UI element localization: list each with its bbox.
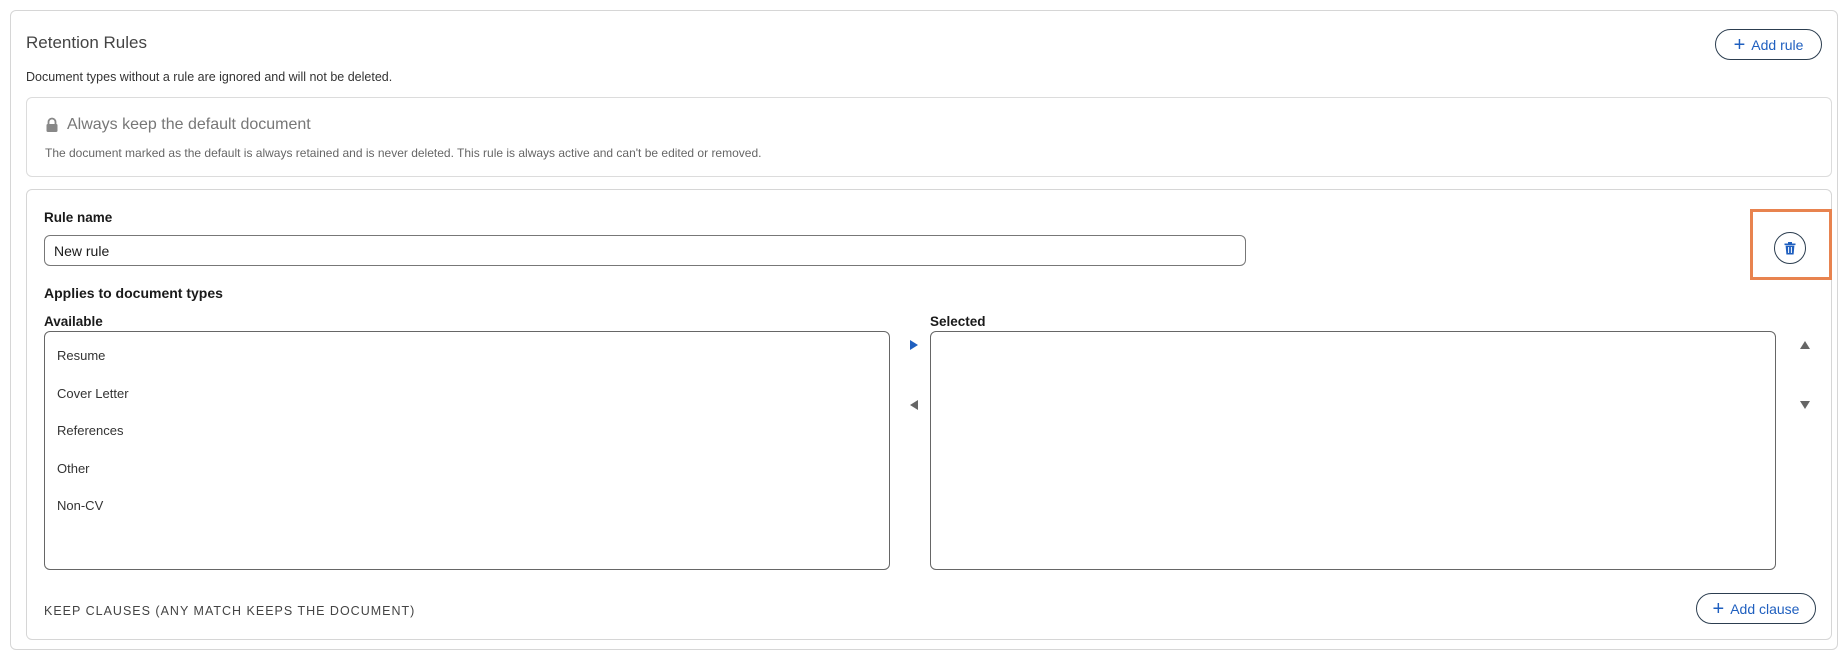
default-rule-description: The document marked as the default is al… <box>45 146 762 160</box>
add-clause-label: Add clause <box>1730 600 1800 617</box>
selected-list[interactable] <box>930 331 1776 570</box>
rule-card: Rule name Applies to document types Avai… <box>26 189 1832 640</box>
caret-left-icon <box>910 400 918 410</box>
list-item[interactable]: Resume <box>57 348 105 363</box>
add-clause-button[interactable]: + Add clause <box>1696 593 1816 624</box>
section-subtitle: Document types without a rule are ignore… <box>26 70 393 84</box>
available-label: Available <box>44 314 103 329</box>
default-document-rule: Always keep the default document The doc… <box>26 97 1832 177</box>
plus-icon: + <box>1733 33 1746 56</box>
add-rule-button[interactable]: + Add rule <box>1715 29 1822 60</box>
available-list[interactable]: Resume Cover Letter References Other Non… <box>44 331 890 570</box>
caret-down-icon <box>1800 401 1810 409</box>
applies-to-label: Applies to document types <box>44 285 223 301</box>
default-rule-title: Always keep the default document <box>67 116 311 133</box>
move-right-button[interactable] <box>905 336 923 354</box>
rule-name-label: Rule name <box>44 210 113 225</box>
trash-icon <box>1784 241 1796 254</box>
default-rule-title-row: Always keep the default document <box>45 116 311 134</box>
list-item[interactable]: Cover Letter <box>57 386 129 401</box>
keep-clauses-label: KEEP CLAUSES (ANY MATCH KEEPS THE DOCUME… <box>44 604 416 618</box>
section-title: Retention Rules <box>26 33 147 52</box>
list-item[interactable]: References <box>57 423 123 438</box>
move-left-button[interactable] <box>905 396 923 414</box>
plus-icon: + <box>1712 597 1725 620</box>
retention-rules-panel: Retention Rules Document types without a… <box>10 10 1838 650</box>
move-down-button[interactable] <box>1796 396 1814 414</box>
add-rule-label: Add rule <box>1751 36 1804 53</box>
caret-right-icon <box>910 340 918 350</box>
selected-label: Selected <box>930 314 986 329</box>
list-item[interactable]: Non-CV <box>57 498 103 513</box>
move-up-button[interactable] <box>1796 336 1814 354</box>
caret-up-icon <box>1800 341 1810 349</box>
rule-name-input[interactable] <box>44 235 1246 266</box>
list-item[interactable]: Other <box>57 461 90 476</box>
lock-icon <box>46 117 58 132</box>
delete-rule-button[interactable] <box>1774 232 1806 264</box>
